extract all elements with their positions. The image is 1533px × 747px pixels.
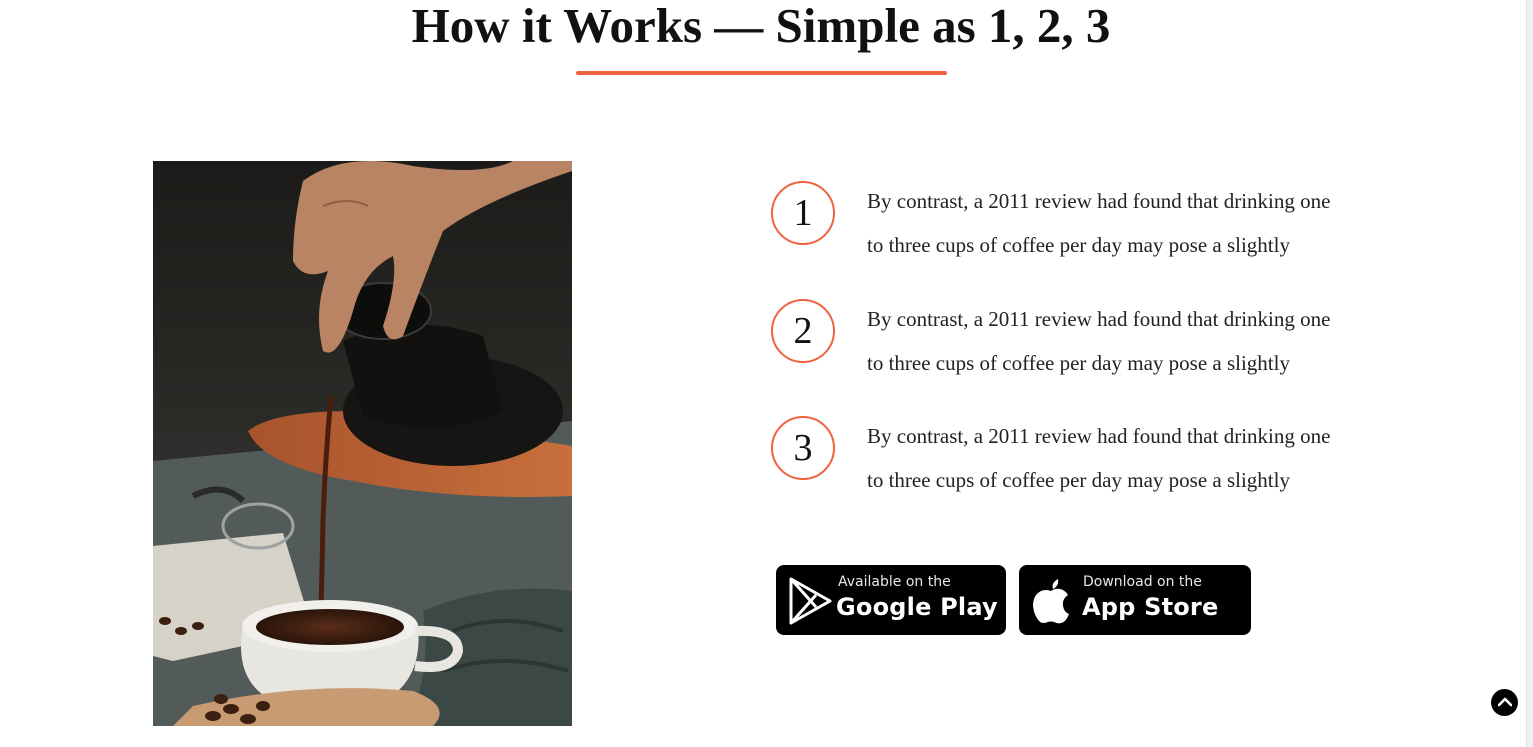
step-line: to three cups of coffee per day may pose… (867, 233, 1290, 257)
step-line: By contrast, a 2011 review had found tha… (867, 189, 1331, 213)
step-number-badge: 3 (771, 416, 835, 480)
app-store-badge[interactable]: Download on the App Store (1019, 565, 1251, 635)
coffee-pour-photo (153, 161, 572, 726)
step-item: 2 By contrast, a 2011 review had found t… (771, 299, 1391, 389)
badge-big-text: App Store (1082, 593, 1219, 621)
scroll-to-top-button[interactable] (1491, 689, 1518, 716)
badge-small-text: Available on the (838, 574, 951, 590)
step-item: 3 By contrast, a 2011 review had found t… (771, 416, 1391, 506)
google-play-icon (788, 577, 834, 630)
step-line: to three cups of coffee per day may pose… (867, 351, 1290, 375)
chevron-up-icon (1497, 694, 1512, 712)
step-line: By contrast, a 2011 review had found tha… (867, 307, 1331, 331)
badge-big-text: Google Play (836, 593, 998, 621)
step-line: By contrast, a 2011 review had found tha… (867, 424, 1331, 448)
step-item: 1 By contrast, a 2011 review had found t… (771, 181, 1391, 271)
step-description: By contrast, a 2011 review had found tha… (867, 297, 1367, 385)
title-underline (576, 71, 947, 75)
badge-small-text: Download on the (1083, 574, 1202, 590)
google-play-badge[interactable]: Available on the Google Play (776, 565, 1006, 635)
page-scrollbar[interactable] (1526, 0, 1533, 747)
section-title: How it Works — Simple as 1, 2, 3 (411, 0, 1111, 53)
step-number-badge: 1 (771, 181, 835, 245)
step-description: By contrast, a 2011 review had found tha… (867, 414, 1367, 502)
step-number-badge: 2 (771, 299, 835, 363)
step-line: to three cups of coffee per day may pose… (867, 468, 1290, 492)
apple-icon (1031, 575, 1071, 630)
step-description: By contrast, a 2011 review had found tha… (867, 179, 1367, 267)
